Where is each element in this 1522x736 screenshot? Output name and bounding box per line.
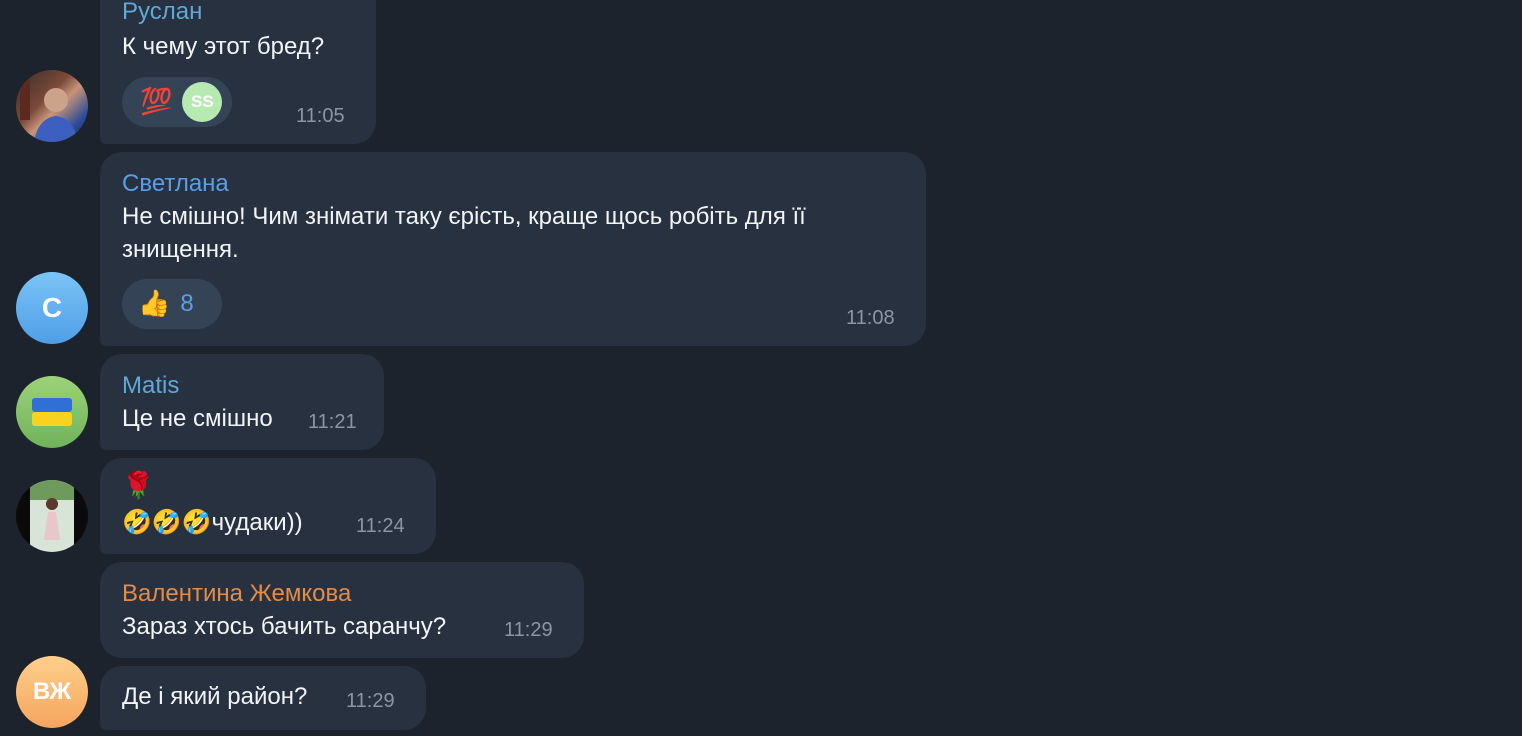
- person-photo-icon: [20, 80, 78, 142]
- message-text: Зараз хтось бачить саранчу?: [122, 613, 447, 640]
- person-photo-icon: [30, 480, 74, 552]
- message-time: 11:29: [504, 619, 553, 641]
- reaction-count: 8: [180, 290, 194, 317]
- reaction-chip[interactable]: 👍 8: [122, 279, 222, 329]
- avatar[interactable]: ВЖ: [16, 656, 88, 728]
- message-bubble-matis[interactable]: Matis Це не смішно 11:21: [100, 354, 384, 450]
- message-text-line2: знищення.: [122, 236, 239, 263]
- hundred-points-icon: 💯: [140, 87, 173, 117]
- message-text-line1: Не смішно! Чим знімати таку єрість, кращ…: [122, 203, 806, 230]
- avatar[interactable]: [16, 70, 88, 142]
- sender-name[interactable]: Валентина Жемкова: [122, 580, 351, 608]
- sender-name[interactable]: Светлана: [122, 170, 229, 198]
- ukraine-flag-icon: [32, 398, 72, 426]
- message-bubble-valentina[interactable]: Валентина Жемкова Зараз хтось бачить сар…: [100, 562, 584, 658]
- message-time: 11:24: [356, 515, 405, 537]
- avatar[interactable]: [16, 376, 88, 448]
- sender-name[interactable]: Руслан: [122, 0, 202, 26]
- message-bubble-svetlana[interactable]: Светлана Не смішно! Чим знімати таку єрі…: [100, 152, 926, 346]
- message-time: 11:21: [308, 411, 357, 433]
- avatar-initials: ВЖ: [32, 678, 72, 705]
- message-text: Де і який район?: [122, 683, 308, 710]
- message-bubble-valentina-2[interactable]: Де і який район? 11:29: [100, 666, 426, 730]
- message-line2: 🤣🤣🤣чудаки)): [122, 509, 303, 536]
- message-time: 11:05: [296, 105, 345, 127]
- reactor-avatar: SS: [182, 82, 223, 122]
- message-text: Це не смішно: [122, 405, 273, 432]
- message-time: 11:29: [346, 690, 395, 712]
- message-bubble-emoji[interactable]: 🌹 🤣🤣🤣чудаки)) 11:24: [100, 458, 436, 554]
- avatar-letter: С: [41, 292, 63, 323]
- reaction-chip[interactable]: 💯 SS: [122, 77, 232, 127]
- message-time: 11:08: [846, 307, 895, 329]
- message-line1: 🌹: [122, 471, 155, 501]
- thumbs-up-icon: 👍: [138, 289, 171, 319]
- avatar[interactable]: С: [16, 272, 88, 344]
- message-text: К чему этот бред?: [122, 33, 325, 60]
- avatar[interactable]: [16, 480, 88, 552]
- sender-name[interactable]: Matis: [122, 372, 179, 400]
- message-bubble-ruslan[interactable]: Руслан К чему этот бред? 💯 SS 11:05: [100, 0, 376, 144]
